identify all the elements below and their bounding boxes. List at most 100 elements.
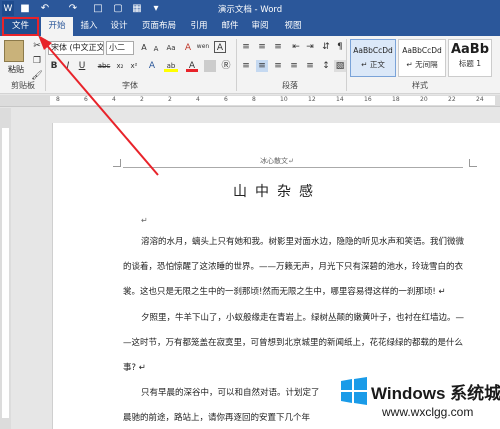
show-marks-icon[interactable]: ¶ xyxy=(334,41,346,53)
justify-icon[interactable]: ≡ xyxy=(288,60,300,72)
font-name-select[interactable]: 宋体 (中文正文) xyxy=(48,41,104,55)
ribbon: 粘贴 ✂ ❐ 🖌 剪贴板 宋体 (中文正文) 小二 A A Aa A wen A… xyxy=(0,36,500,94)
paragraph-mark: ↵ xyxy=(141,216,148,225)
paragraph-line: 夕照里，牛羊下山了，小蚁般缘走在青岩上。绿树丛颠的嫩黄叶子，也衬在红墙边。— xyxy=(141,313,465,323)
line-spacing-icon[interactable]: ↕ xyxy=(320,60,332,72)
vertical-ruler[interactable] xyxy=(0,108,11,429)
paragraph-line: 的谈着，恐怕惊醒了这浓睡的世界。——万籁无声，月光下只有深碧的池水，玲珑雪白的衣 xyxy=(123,262,464,272)
style-normal[interactable]: AaBbCcDd ↵ 正文 xyxy=(350,39,396,77)
ruler-number: 6 xyxy=(84,96,88,103)
paragraph-group-label: 段落 xyxy=(282,81,298,90)
font-color-icon[interactable]: A xyxy=(186,60,198,72)
watermark: Windows 系统城 www.wxclgg.com xyxy=(337,375,500,429)
ruler-number: 14 xyxy=(336,96,344,103)
align-right-icon[interactable]: ≡ xyxy=(272,60,284,72)
paste-icon[interactable] xyxy=(4,40,24,62)
ruler-number: 8 xyxy=(252,96,256,103)
tab-design[interactable]: 设计 xyxy=(106,17,132,36)
ruler-scale xyxy=(50,96,495,105)
paragraph-2[interactable]: 夕照里，牛羊下山了，小蚁般缘走在青岩上。绿树丛颠的嫩黄叶子，也衬在红墙边。— —… xyxy=(123,306,465,381)
group-separator xyxy=(346,39,347,91)
ribbon-tabs: 文件 开始 插入 设计 页面布局 引用 邮件 审阅 视图 xyxy=(0,17,500,36)
clear-formatting-icon[interactable]: A xyxy=(182,42,194,54)
cut-icon[interactable]: ✂ xyxy=(31,40,43,52)
bullets-icon[interactable]: ≡ xyxy=(240,41,252,53)
style-normal-sample: AaBbCcDd xyxy=(353,46,393,55)
vertical-ruler-scale xyxy=(2,128,9,418)
ruler-number: 12 xyxy=(308,96,316,103)
paragraph-1[interactable]: 溶溶的水月，螭头上只有她和我。树影里对面水边，隐隐的听见水声和笑语。我们微微 的… xyxy=(123,230,465,305)
style-no-spacing[interactable]: AaBbCcDd ↵ 无间隔 xyxy=(398,39,446,77)
header-divider xyxy=(123,167,463,168)
subscript-button[interactable]: x₂ xyxy=(114,60,126,72)
tab-review[interactable]: 审阅 xyxy=(247,17,273,36)
ruler-number: 22 xyxy=(448,96,456,103)
ruler-number: 8 xyxy=(56,96,60,103)
page-header[interactable]: 冰心散文↵ xyxy=(53,156,500,166)
clipboard-group-label: 剪贴板 xyxy=(11,81,35,90)
tab-file[interactable]: 文件 xyxy=(2,17,39,36)
windows-logo-icon xyxy=(341,377,367,405)
change-case-icon[interactable]: Aa xyxy=(164,42,178,54)
multilevel-list-icon[interactable]: ≡ xyxy=(272,41,284,53)
group-separator xyxy=(45,39,46,91)
ruler-number: 2 xyxy=(168,96,172,103)
ruler-number: 4 xyxy=(196,96,200,103)
underline-button[interactable]: U xyxy=(76,60,88,72)
grow-font-icon[interactable]: A xyxy=(138,42,150,54)
ruler-number: 10 xyxy=(280,96,288,103)
align-center-icon[interactable]: ≡ xyxy=(256,60,268,72)
style-no-spacing-name: ↵ 无间隔 xyxy=(406,60,438,69)
tab-home[interactable]: 开始 xyxy=(41,17,73,36)
tab-references[interactable]: 引用 xyxy=(186,17,212,36)
tab-view[interactable]: 视图 xyxy=(280,17,306,36)
group-separator xyxy=(236,39,237,91)
style-no-spacing-sample: AaBbCcDd xyxy=(402,46,442,55)
paste-button-label[interactable]: 粘贴 xyxy=(4,64,28,75)
increase-indent-icon[interactable]: ⇥ xyxy=(304,41,316,53)
style-normal-name: ↵ 正文 xyxy=(361,60,385,69)
paragraph-line: —这时节，万有都笼盖在寂寞里，可曾想到北京城里的新闻纸上，花花绿绿的都载的是什么 xyxy=(123,338,464,348)
paragraph-line: 裳。这也只是无限之生中的一刹那顷!然而无限之生中，哪里容易得这样的一刹那顷! ↵ xyxy=(123,287,446,297)
watermark-url: www.wxclgg.com xyxy=(382,405,474,419)
sort-icon[interactable]: ⇵ xyxy=(320,41,332,53)
ruler-number: 20 xyxy=(420,96,428,103)
horizontal-ruler[interactable]: 8 6 4 2 2 4 6 8 10 12 14 16 18 20 22 24 xyxy=(0,95,500,107)
font-size-select[interactable]: 小二 xyxy=(106,41,134,55)
distributed-icon[interactable]: ≡ xyxy=(304,60,316,72)
character-border-icon[interactable]: A xyxy=(214,41,226,53)
copy-icon[interactable]: ❐ xyxy=(31,55,43,67)
styles-group-label: 样式 xyxy=(412,81,428,90)
style-heading-1[interactable]: AaBb 标题 1 xyxy=(448,39,492,77)
text-effects-icon[interactable]: A xyxy=(146,60,158,72)
style-heading-1-name: 标题 1 xyxy=(458,59,482,68)
superscript-button[interactable]: x² xyxy=(128,60,140,72)
ruler-number: 16 xyxy=(364,96,372,103)
watermark-brand: Windows 系统城 xyxy=(371,384,500,403)
bold-button[interactable]: B xyxy=(48,60,60,72)
ruler-number: 4 xyxy=(112,96,116,103)
tab-insert[interactable]: 插入 xyxy=(77,17,101,36)
decrease-indent-icon[interactable]: ⇤ xyxy=(290,41,302,53)
window-title: 演示文档 - Word xyxy=(217,5,283,15)
highlight-color-icon[interactable]: ab xyxy=(164,60,178,72)
phonetic-guide-icon[interactable]: wen xyxy=(196,41,210,53)
tab-page-layout[interactable]: 页面布局 xyxy=(138,17,180,36)
italic-button[interactable]: I xyxy=(62,60,74,72)
ruler-number: 6 xyxy=(224,96,228,103)
paragraph-line: 溶溶的水月，螭头上只有她和我。树影里对面水边，隐隐的听见水声和笑语。我们微微 xyxy=(141,237,465,247)
ruler-number: 24 xyxy=(476,96,484,103)
tab-mailings[interactable]: 邮件 xyxy=(218,17,242,36)
enclose-characters-icon[interactable]: Ⓡ xyxy=(220,60,232,72)
character-shading-icon[interactable] xyxy=(204,60,216,72)
numbering-icon[interactable]: ≡ xyxy=(256,41,268,53)
font-group-label: 字体 xyxy=(122,81,138,90)
ruler-number: 18 xyxy=(392,96,400,103)
align-left-icon[interactable]: ≡ xyxy=(240,60,252,72)
style-heading-1-sample: AaBb xyxy=(450,42,490,57)
shading-icon[interactable]: ▧ xyxy=(334,60,346,72)
strikethrough-button[interactable]: abc xyxy=(96,60,112,72)
shrink-font-icon[interactable]: A xyxy=(150,43,162,55)
document-title[interactable]: 山中杂感 xyxy=(53,181,500,201)
title-bar: W ■ ↶ ↷ □ ▢ ▦ ▾ 演示文档 - Word xyxy=(0,0,500,17)
